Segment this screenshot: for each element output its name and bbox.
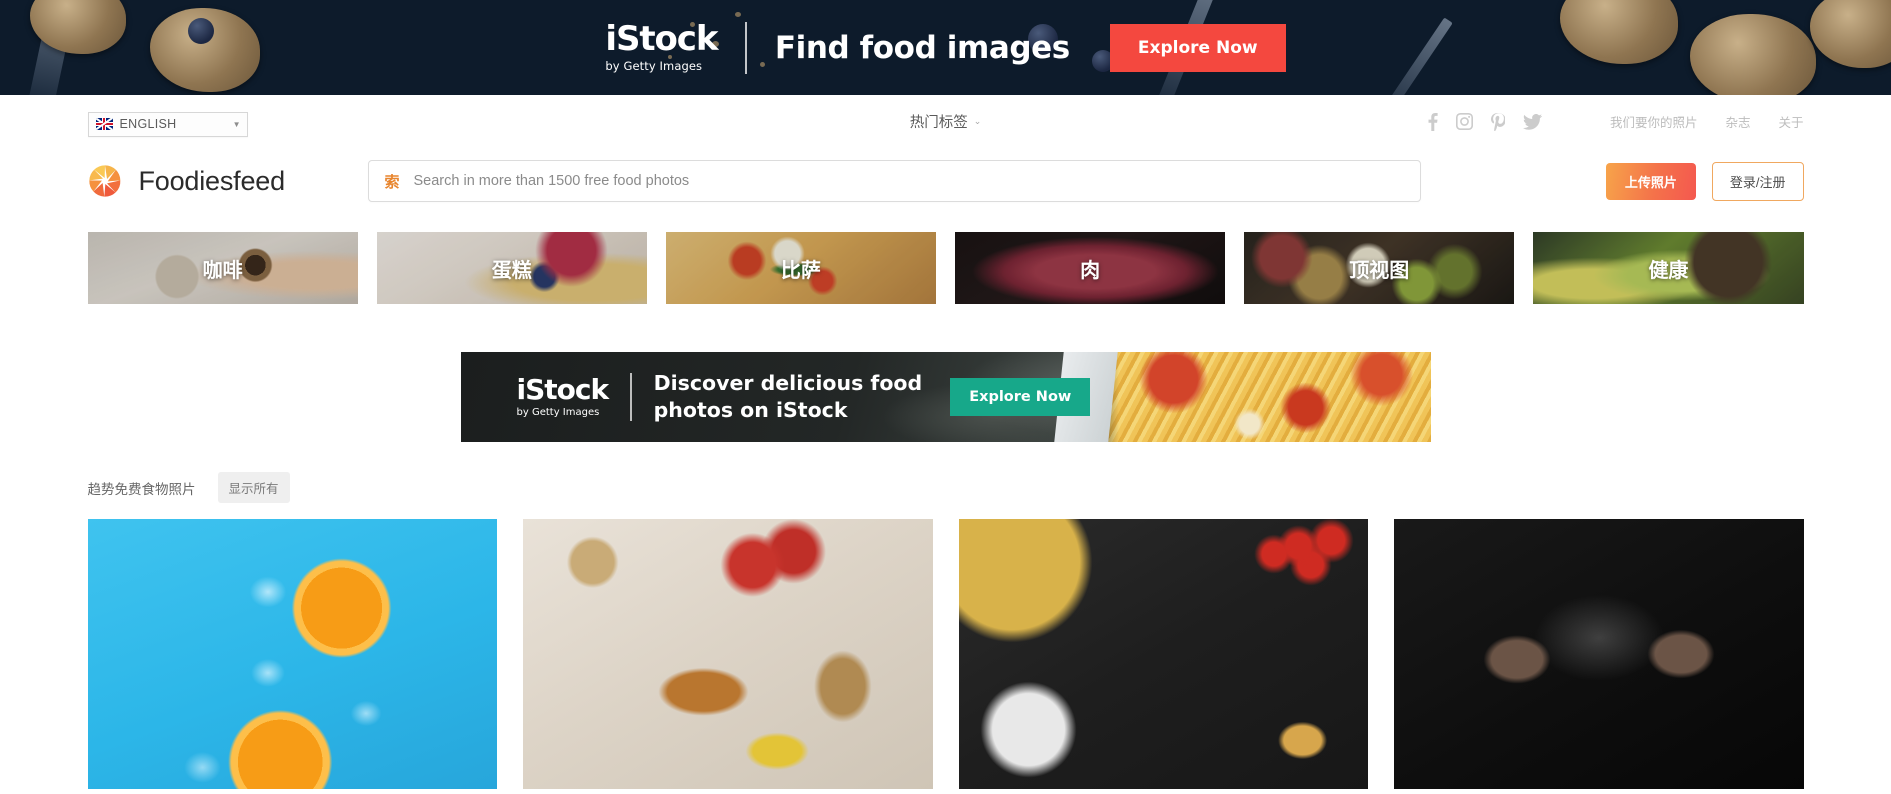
photo-thumbnail-flour-hands <box>1394 519 1804 789</box>
photo-thumbnail-pizza <box>958 519 1368 789</box>
trending-title: 趋势免费食物照片 <box>87 481 196 497</box>
istock-inline-ad[interactable]: iStock by Getty Images Discover deliciou… <box>460 352 1431 442</box>
instagram-icon[interactable] <box>1455 113 1473 130</box>
nav-link-submit-photos[interactable]: 我们要你的照片 <box>1610 112 1698 131</box>
photo-thumbnail-oranges <box>87 519 497 789</box>
category-tile-meat[interactable]: 肉 <box>955 232 1226 304</box>
ad-headline: Discover delicious food photos on iStock <box>654 370 923 423</box>
language-label: ENGLISH <box>119 117 177 131</box>
hot-tags-menu[interactable]: 热门标签 ⌄ <box>910 111 982 132</box>
page-container: ENGLISH ▼ 热门标签 ⌄ 我们要你的照片 杂志 关于 Foodiesfe… <box>87 95 1804 789</box>
banner-headline: Find food images <box>774 29 1070 66</box>
istock-logo-tagline: by Getty Images <box>605 59 703 73</box>
search-input[interactable] <box>406 173 1404 189</box>
chevron-down-icon: ▼ <box>232 119 241 129</box>
search-icon: 索 <box>384 173 400 191</box>
uk-flag-icon <box>95 118 113 130</box>
istock-logo-wordmark: iStock <box>605 19 718 59</box>
category-label: 蛋糕 <box>491 259 532 282</box>
login-register-button[interactable]: 登录/注册 <box>1711 161 1804 201</box>
photo-thumbnail-burger <box>523 519 933 789</box>
istock-logo: iStock by Getty Images <box>605 19 718 73</box>
category-label: 顶视图 <box>1349 259 1410 282</box>
category-tile-coffee[interactable]: 咖啡 <box>87 232 358 304</box>
ad-headline-line2: photos on iStock <box>653 398 848 422</box>
aperture-icon <box>88 165 120 197</box>
show-all-button[interactable]: 显示所有 <box>217 472 290 503</box>
category-tile-healthy[interactable]: 健康 <box>1533 232 1804 304</box>
upload-photo-button[interactable]: 上传照片 <box>1605 162 1696 200</box>
photo-card[interactable] <box>1394 519 1804 789</box>
banner-explore-now-button[interactable]: Explore Now <box>1109 23 1286 72</box>
inline-ad-wrapper: iStock by Getty Images Discover deliciou… <box>88 352 1804 442</box>
category-tile-pizza[interactable]: 比萨 <box>665 232 937 304</box>
banner-divider <box>745 21 747 74</box>
site-logo[interactable]: Foodiesfeed <box>88 164 368 198</box>
header-row: Foodiesfeed 索 上传照片 登录/注册 <box>88 149 1804 213</box>
photo-card[interactable] <box>523 519 933 789</box>
photo-card[interactable] <box>87 519 497 789</box>
language-selector[interactable]: ENGLISH ▼ <box>87 111 248 137</box>
hot-tags-label: 热门标签 <box>909 115 968 131</box>
nav-link-about[interactable]: 关于 <box>1778 112 1803 131</box>
utility-nav-right: 我们要你的照片 杂志 关于 <box>1428 112 1804 131</box>
social-links <box>1428 112 1542 131</box>
facebook-icon[interactable] <box>1428 112 1438 131</box>
ad-logo-tagline: by Getty Images <box>516 407 600 418</box>
header-actions: 上传照片 登录/注册 <box>1578 161 1804 201</box>
banner-content: iStock by Getty Images Find food images … <box>0 0 1891 95</box>
ad-istock-logo: iStock by Getty Images <box>516 373 610 419</box>
photo-grid <box>87 519 1804 789</box>
category-label: 肉 <box>1080 259 1101 282</box>
twitter-icon[interactable] <box>1522 113 1542 130</box>
pinterest-icon[interactable] <box>1490 112 1505 131</box>
search-bar[interactable]: 索 <box>367 160 1421 202</box>
ad-headline-line1: Discover delicious food <box>653 371 923 396</box>
ad-divider <box>630 373 632 421</box>
category-label: 比萨 <box>780 259 821 282</box>
trending-header: 趋势免费食物照片 显示所有 <box>88 472 1804 503</box>
site-title: Foodiesfeed <box>138 165 286 196</box>
category-label: 健康 <box>1648 259 1689 282</box>
nav-link-magazine[interactable]: 杂志 <box>1725 112 1750 131</box>
ad-logo-wordmark: iStock <box>516 373 610 406</box>
page-body: ENGLISH ▼ 热门标签 ⌄ 我们要你的照片 杂志 关于 Foodiesfe… <box>0 95 1891 789</box>
istock-top-banner[interactable]: iStock by Getty Images Find food images … <box>0 0 1891 95</box>
photo-card[interactable] <box>958 519 1368 789</box>
category-tiles: 咖啡 蛋糕 比萨 肉 顶视图 健康 <box>87 232 1804 304</box>
ad-content: iStock by Getty Images Discover deliciou… <box>461 352 1431 442</box>
category-tile-topview[interactable]: 顶视图 <box>1244 232 1515 304</box>
chevron-down-icon: ⌄ <box>973 116 982 126</box>
category-tile-cake[interactable]: 蛋糕 <box>376 232 647 304</box>
ad-explore-now-button[interactable]: Explore Now <box>950 378 1091 416</box>
category-label: 咖啡 <box>202 259 243 282</box>
utility-nav: ENGLISH ▼ 热门标签 ⌄ 我们要你的照片 杂志 关于 <box>87 95 1804 143</box>
